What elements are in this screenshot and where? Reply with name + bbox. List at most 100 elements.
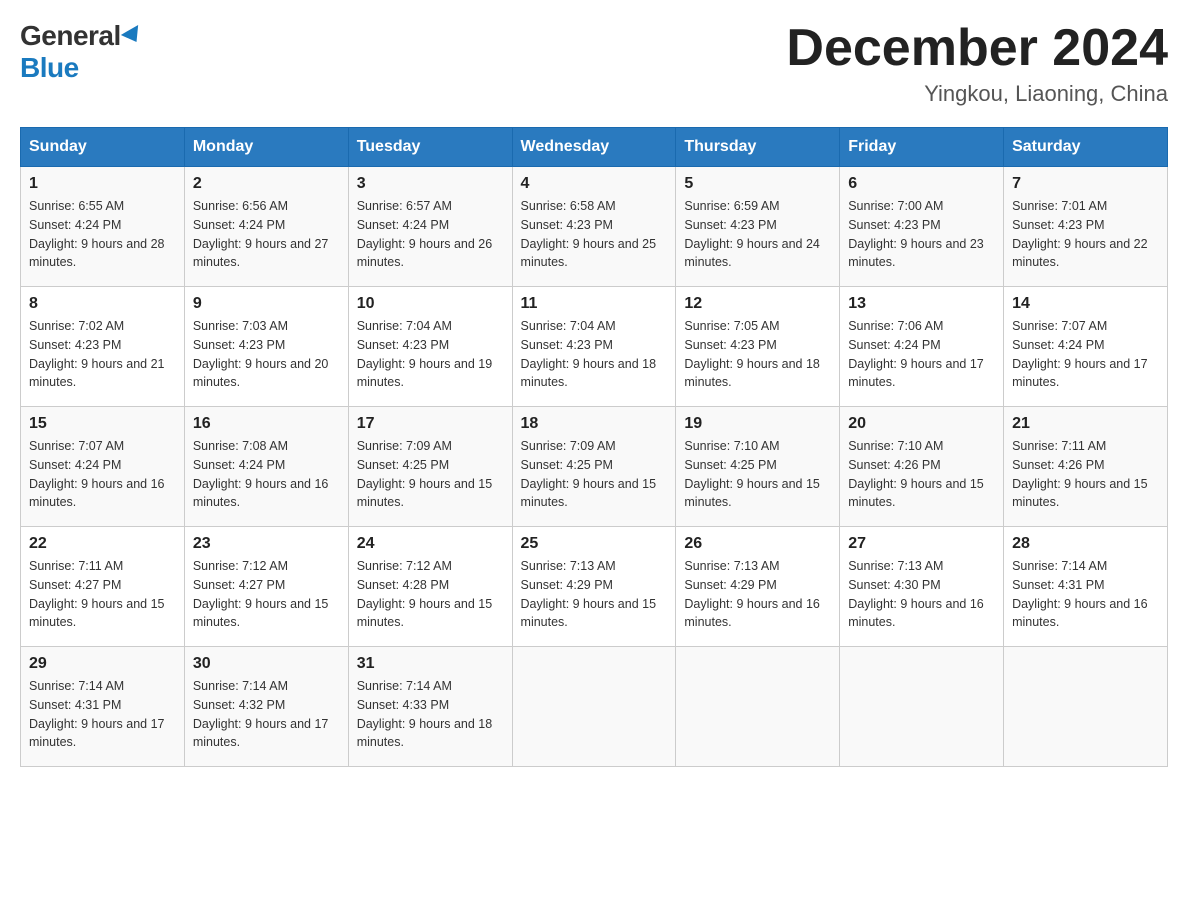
calendar-cell: 9 Sunrise: 7:03 AMSunset: 4:23 PMDayligh… xyxy=(184,287,348,407)
day-info: Sunrise: 7:01 AMSunset: 4:23 PMDaylight:… xyxy=(1012,199,1148,269)
day-info: Sunrise: 7:07 AMSunset: 4:24 PMDaylight:… xyxy=(29,439,165,509)
month-title: December 2024 xyxy=(786,20,1168,77)
weekday-header-monday: Monday xyxy=(184,128,348,167)
weekday-header-row: SundayMondayTuesdayWednesdayThursdayFrid… xyxy=(21,128,1168,167)
day-number: 26 xyxy=(684,535,831,553)
day-number: 3 xyxy=(357,175,504,193)
calendar-cell: 15 Sunrise: 7:07 AMSunset: 4:24 PMDaylig… xyxy=(21,407,185,527)
calendar-cell: 12 Sunrise: 7:05 AMSunset: 4:23 PMDaylig… xyxy=(676,287,840,407)
day-number: 4 xyxy=(521,175,668,193)
day-number: 23 xyxy=(193,535,340,553)
day-number: 18 xyxy=(521,415,668,433)
day-number: 12 xyxy=(684,295,831,313)
day-number: 2 xyxy=(193,175,340,193)
day-info: Sunrise: 7:11 AMSunset: 4:26 PMDaylight:… xyxy=(1012,439,1148,509)
calendar-cell: 30 Sunrise: 7:14 AMSunset: 4:32 PMDaylig… xyxy=(184,647,348,767)
calendar-cell: 1 Sunrise: 6:55 AMSunset: 4:24 PMDayligh… xyxy=(21,167,185,287)
logo-blue-text: Blue xyxy=(20,52,79,84)
day-number: 1 xyxy=(29,175,176,193)
day-info: Sunrise: 7:02 AMSunset: 4:23 PMDaylight:… xyxy=(29,319,165,389)
day-number: 21 xyxy=(1012,415,1159,433)
day-number: 5 xyxy=(684,175,831,193)
day-number: 29 xyxy=(29,655,176,673)
calendar-cell: 24 Sunrise: 7:12 AMSunset: 4:28 PMDaylig… xyxy=(348,527,512,647)
day-info: Sunrise: 7:04 AMSunset: 4:23 PMDaylight:… xyxy=(521,319,657,389)
calendar-cell: 6 Sunrise: 7:00 AMSunset: 4:23 PMDayligh… xyxy=(840,167,1004,287)
day-info: Sunrise: 6:57 AMSunset: 4:24 PMDaylight:… xyxy=(357,199,493,269)
day-info: Sunrise: 7:13 AMSunset: 4:30 PMDaylight:… xyxy=(848,559,984,629)
calendar-cell xyxy=(1004,647,1168,767)
calendar-cell: 29 Sunrise: 7:14 AMSunset: 4:31 PMDaylig… xyxy=(21,647,185,767)
calendar-cell: 13 Sunrise: 7:06 AMSunset: 4:24 PMDaylig… xyxy=(840,287,1004,407)
day-info: Sunrise: 7:10 AMSunset: 4:25 PMDaylight:… xyxy=(684,439,820,509)
day-info: Sunrise: 7:06 AMSunset: 4:24 PMDaylight:… xyxy=(848,319,984,389)
day-number: 8 xyxy=(29,295,176,313)
day-info: Sunrise: 7:09 AMSunset: 4:25 PMDaylight:… xyxy=(357,439,493,509)
day-number: 10 xyxy=(357,295,504,313)
calendar-cell xyxy=(840,647,1004,767)
calendar-cell: 19 Sunrise: 7:10 AMSunset: 4:25 PMDaylig… xyxy=(676,407,840,527)
weekday-header-friday: Friday xyxy=(840,128,1004,167)
calendar-cell xyxy=(512,647,676,767)
location-title: Yingkou, Liaoning, China xyxy=(786,81,1168,107)
day-number: 6 xyxy=(848,175,995,193)
calendar-cell: 31 Sunrise: 7:14 AMSunset: 4:33 PMDaylig… xyxy=(348,647,512,767)
day-number: 22 xyxy=(29,535,176,553)
calendar-cell: 14 Sunrise: 7:07 AMSunset: 4:24 PMDaylig… xyxy=(1004,287,1168,407)
calendar-cell: 26 Sunrise: 7:13 AMSunset: 4:29 PMDaylig… xyxy=(676,527,840,647)
day-info: Sunrise: 7:04 AMSunset: 4:23 PMDaylight:… xyxy=(357,319,493,389)
day-info: Sunrise: 7:05 AMSunset: 4:23 PMDaylight:… xyxy=(684,319,820,389)
calendar-header: SundayMondayTuesdayWednesdayThursdayFrid… xyxy=(21,128,1168,167)
calendar-cell: 25 Sunrise: 7:13 AMSunset: 4:29 PMDaylig… xyxy=(512,527,676,647)
day-info: Sunrise: 7:08 AMSunset: 4:24 PMDaylight:… xyxy=(193,439,329,509)
calendar-cell: 21 Sunrise: 7:11 AMSunset: 4:26 PMDaylig… xyxy=(1004,407,1168,527)
page-header: General Blue December 2024 Yingkou, Liao… xyxy=(20,20,1168,107)
day-number: 31 xyxy=(357,655,504,673)
day-info: Sunrise: 6:59 AMSunset: 4:23 PMDaylight:… xyxy=(684,199,820,269)
calendar-cell: 22 Sunrise: 7:11 AMSunset: 4:27 PMDaylig… xyxy=(21,527,185,647)
weekday-header-wednesday: Wednesday xyxy=(512,128,676,167)
day-info: Sunrise: 7:13 AMSunset: 4:29 PMDaylight:… xyxy=(521,559,657,629)
day-info: Sunrise: 7:11 AMSunset: 4:27 PMDaylight:… xyxy=(29,559,165,629)
calendar-cell: 2 Sunrise: 6:56 AMSunset: 4:24 PMDayligh… xyxy=(184,167,348,287)
weekday-header-thursday: Thursday xyxy=(676,128,840,167)
day-number: 16 xyxy=(193,415,340,433)
day-number: 17 xyxy=(357,415,504,433)
logo-triangle-icon xyxy=(121,25,145,47)
weekday-header-tuesday: Tuesday xyxy=(348,128,512,167)
calendar-cell: 17 Sunrise: 7:09 AMSunset: 4:25 PMDaylig… xyxy=(348,407,512,527)
calendar-week-1: 1 Sunrise: 6:55 AMSunset: 4:24 PMDayligh… xyxy=(21,167,1168,287)
calendar-cell: 20 Sunrise: 7:10 AMSunset: 4:26 PMDaylig… xyxy=(840,407,1004,527)
day-number: 24 xyxy=(357,535,504,553)
calendar-body: 1 Sunrise: 6:55 AMSunset: 4:24 PMDayligh… xyxy=(21,167,1168,767)
calendar-cell: 8 Sunrise: 7:02 AMSunset: 4:23 PMDayligh… xyxy=(21,287,185,407)
calendar-cell: 16 Sunrise: 7:08 AMSunset: 4:24 PMDaylig… xyxy=(184,407,348,527)
day-info: Sunrise: 6:58 AMSunset: 4:23 PMDaylight:… xyxy=(521,199,657,269)
calendar-week-2: 8 Sunrise: 7:02 AMSunset: 4:23 PMDayligh… xyxy=(21,287,1168,407)
calendar-cell: 3 Sunrise: 6:57 AMSunset: 4:24 PMDayligh… xyxy=(348,167,512,287)
logo: General Blue xyxy=(20,20,143,84)
calendar-cell: 28 Sunrise: 7:14 AMSunset: 4:31 PMDaylig… xyxy=(1004,527,1168,647)
day-info: Sunrise: 7:13 AMSunset: 4:29 PMDaylight:… xyxy=(684,559,820,629)
day-info: Sunrise: 7:09 AMSunset: 4:25 PMDaylight:… xyxy=(521,439,657,509)
title-section: December 2024 Yingkou, Liaoning, China xyxy=(786,20,1168,107)
day-number: 30 xyxy=(193,655,340,673)
day-info: Sunrise: 6:56 AMSunset: 4:24 PMDaylight:… xyxy=(193,199,329,269)
day-info: Sunrise: 7:14 AMSunset: 4:32 PMDaylight:… xyxy=(193,679,329,749)
weekday-header-sunday: Sunday xyxy=(21,128,185,167)
day-info: Sunrise: 7:07 AMSunset: 4:24 PMDaylight:… xyxy=(1012,319,1148,389)
calendar-cell: 10 Sunrise: 7:04 AMSunset: 4:23 PMDaylig… xyxy=(348,287,512,407)
day-info: Sunrise: 7:03 AMSunset: 4:23 PMDaylight:… xyxy=(193,319,329,389)
day-number: 13 xyxy=(848,295,995,313)
calendar-cell: 4 Sunrise: 6:58 AMSunset: 4:23 PMDayligh… xyxy=(512,167,676,287)
day-info: Sunrise: 7:14 AMSunset: 4:33 PMDaylight:… xyxy=(357,679,493,749)
day-info: Sunrise: 7:12 AMSunset: 4:27 PMDaylight:… xyxy=(193,559,329,629)
day-info: Sunrise: 6:55 AMSunset: 4:24 PMDaylight:… xyxy=(29,199,165,269)
calendar-week-5: 29 Sunrise: 7:14 AMSunset: 4:31 PMDaylig… xyxy=(21,647,1168,767)
calendar-cell: 7 Sunrise: 7:01 AMSunset: 4:23 PMDayligh… xyxy=(1004,167,1168,287)
day-info: Sunrise: 7:14 AMSunset: 4:31 PMDaylight:… xyxy=(1012,559,1148,629)
calendar-cell: 18 Sunrise: 7:09 AMSunset: 4:25 PMDaylig… xyxy=(512,407,676,527)
calendar-cell: 11 Sunrise: 7:04 AMSunset: 4:23 PMDaylig… xyxy=(512,287,676,407)
day-number: 14 xyxy=(1012,295,1159,313)
day-number: 11 xyxy=(521,295,668,313)
